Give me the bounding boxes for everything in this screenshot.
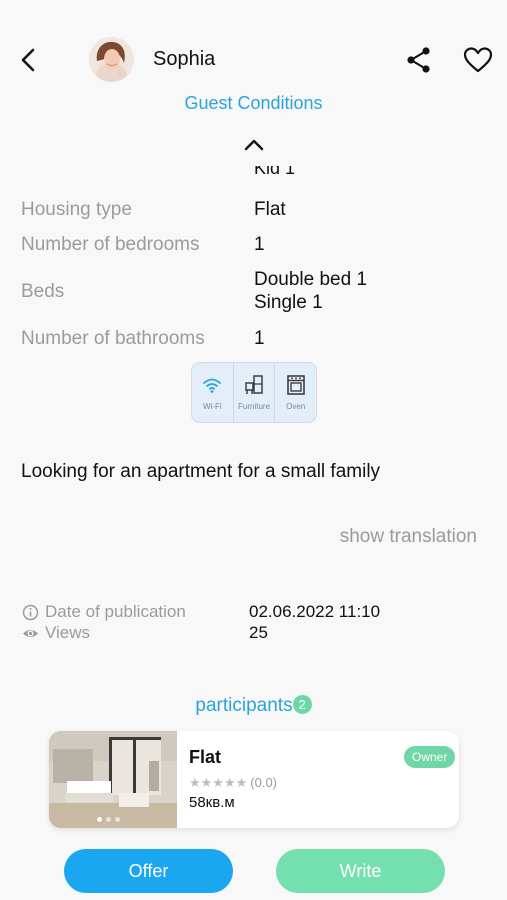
bathrooms-label: Number of bathrooms xyxy=(21,328,205,349)
publication-date-label: Date of publication xyxy=(22,602,186,622)
info-icon xyxy=(22,604,39,620)
share-icon xyxy=(407,47,430,73)
bathrooms-value: 1 xyxy=(254,328,265,349)
listing-area: 58кв.м xyxy=(189,794,235,811)
furniture-icon xyxy=(245,375,263,394)
bedrooms-value: 1 xyxy=(254,234,265,255)
beds-label: Beds xyxy=(21,281,65,302)
listing-card[interactable]: Flat Owner ★★★★★ (0.0) 58кв.м xyxy=(49,731,459,828)
beds-value-single: Single 1 xyxy=(254,292,323,313)
rating-stars: ★★★★★ xyxy=(189,775,248,790)
oven-icon xyxy=(286,375,305,395)
photo-pager xyxy=(97,817,120,822)
participants-tab[interactable]: participants 2 xyxy=(0,695,507,717)
listing-photo xyxy=(49,731,177,828)
avatar-image xyxy=(89,37,134,82)
owner-badge: Owner xyxy=(404,746,456,768)
views-label: Views xyxy=(22,623,90,643)
amenity-label: Oven xyxy=(286,402,306,411)
publication-date-value: 02.06.2022 11:10 xyxy=(249,602,381,621)
participants-label: participants xyxy=(195,695,293,716)
show-translation-link[interactable]: show translation xyxy=(340,526,477,548)
wifi-icon xyxy=(203,378,222,393)
write-button[interactable]: Write xyxy=(276,849,445,893)
share-button[interactable] xyxy=(404,44,434,76)
chevron-left-icon xyxy=(21,48,35,72)
chevron-up-icon xyxy=(244,139,264,151)
guest-conditions-link[interactable]: Guest Conditions xyxy=(0,93,507,114)
views-value: 25 xyxy=(249,623,268,642)
favorite-button[interactable] xyxy=(462,44,494,76)
participants-count-badge: 2 xyxy=(292,695,312,714)
amenity-furniture: Furniture xyxy=(234,363,276,422)
rating-value: (0.0) xyxy=(250,775,278,790)
amenity-label: Furniture xyxy=(238,402,271,411)
listing-title: Flat xyxy=(189,747,222,767)
host-name[interactable]: Sophia xyxy=(153,48,215,71)
housing-type-label: Housing type xyxy=(21,199,132,220)
offer-button[interactable]: Offer xyxy=(64,849,233,893)
cut-off-value: Kid 1 xyxy=(254,166,296,178)
bedrooms-label: Number of bedrooms xyxy=(21,234,200,255)
listing-description: Looking for an apartment for a small fam… xyxy=(21,461,381,482)
housing-type-value: Flat xyxy=(254,199,286,220)
beds-value-double: Double bed 1 xyxy=(254,269,368,290)
amenity-label: Wi-Fi xyxy=(203,402,222,411)
collapse-button[interactable] xyxy=(240,134,268,156)
avatar[interactable] xyxy=(89,37,134,82)
heart-icon xyxy=(463,47,493,73)
back-button[interactable] xyxy=(14,44,44,76)
amenity-wifi: Wi-Fi xyxy=(192,363,234,422)
rating: ★★★★★ (0.0) xyxy=(189,775,277,791)
eye-icon xyxy=(23,629,38,637)
amenities-list: Wi-Fi Furniture Oven xyxy=(191,362,317,423)
amenity-oven: Oven xyxy=(275,363,316,422)
